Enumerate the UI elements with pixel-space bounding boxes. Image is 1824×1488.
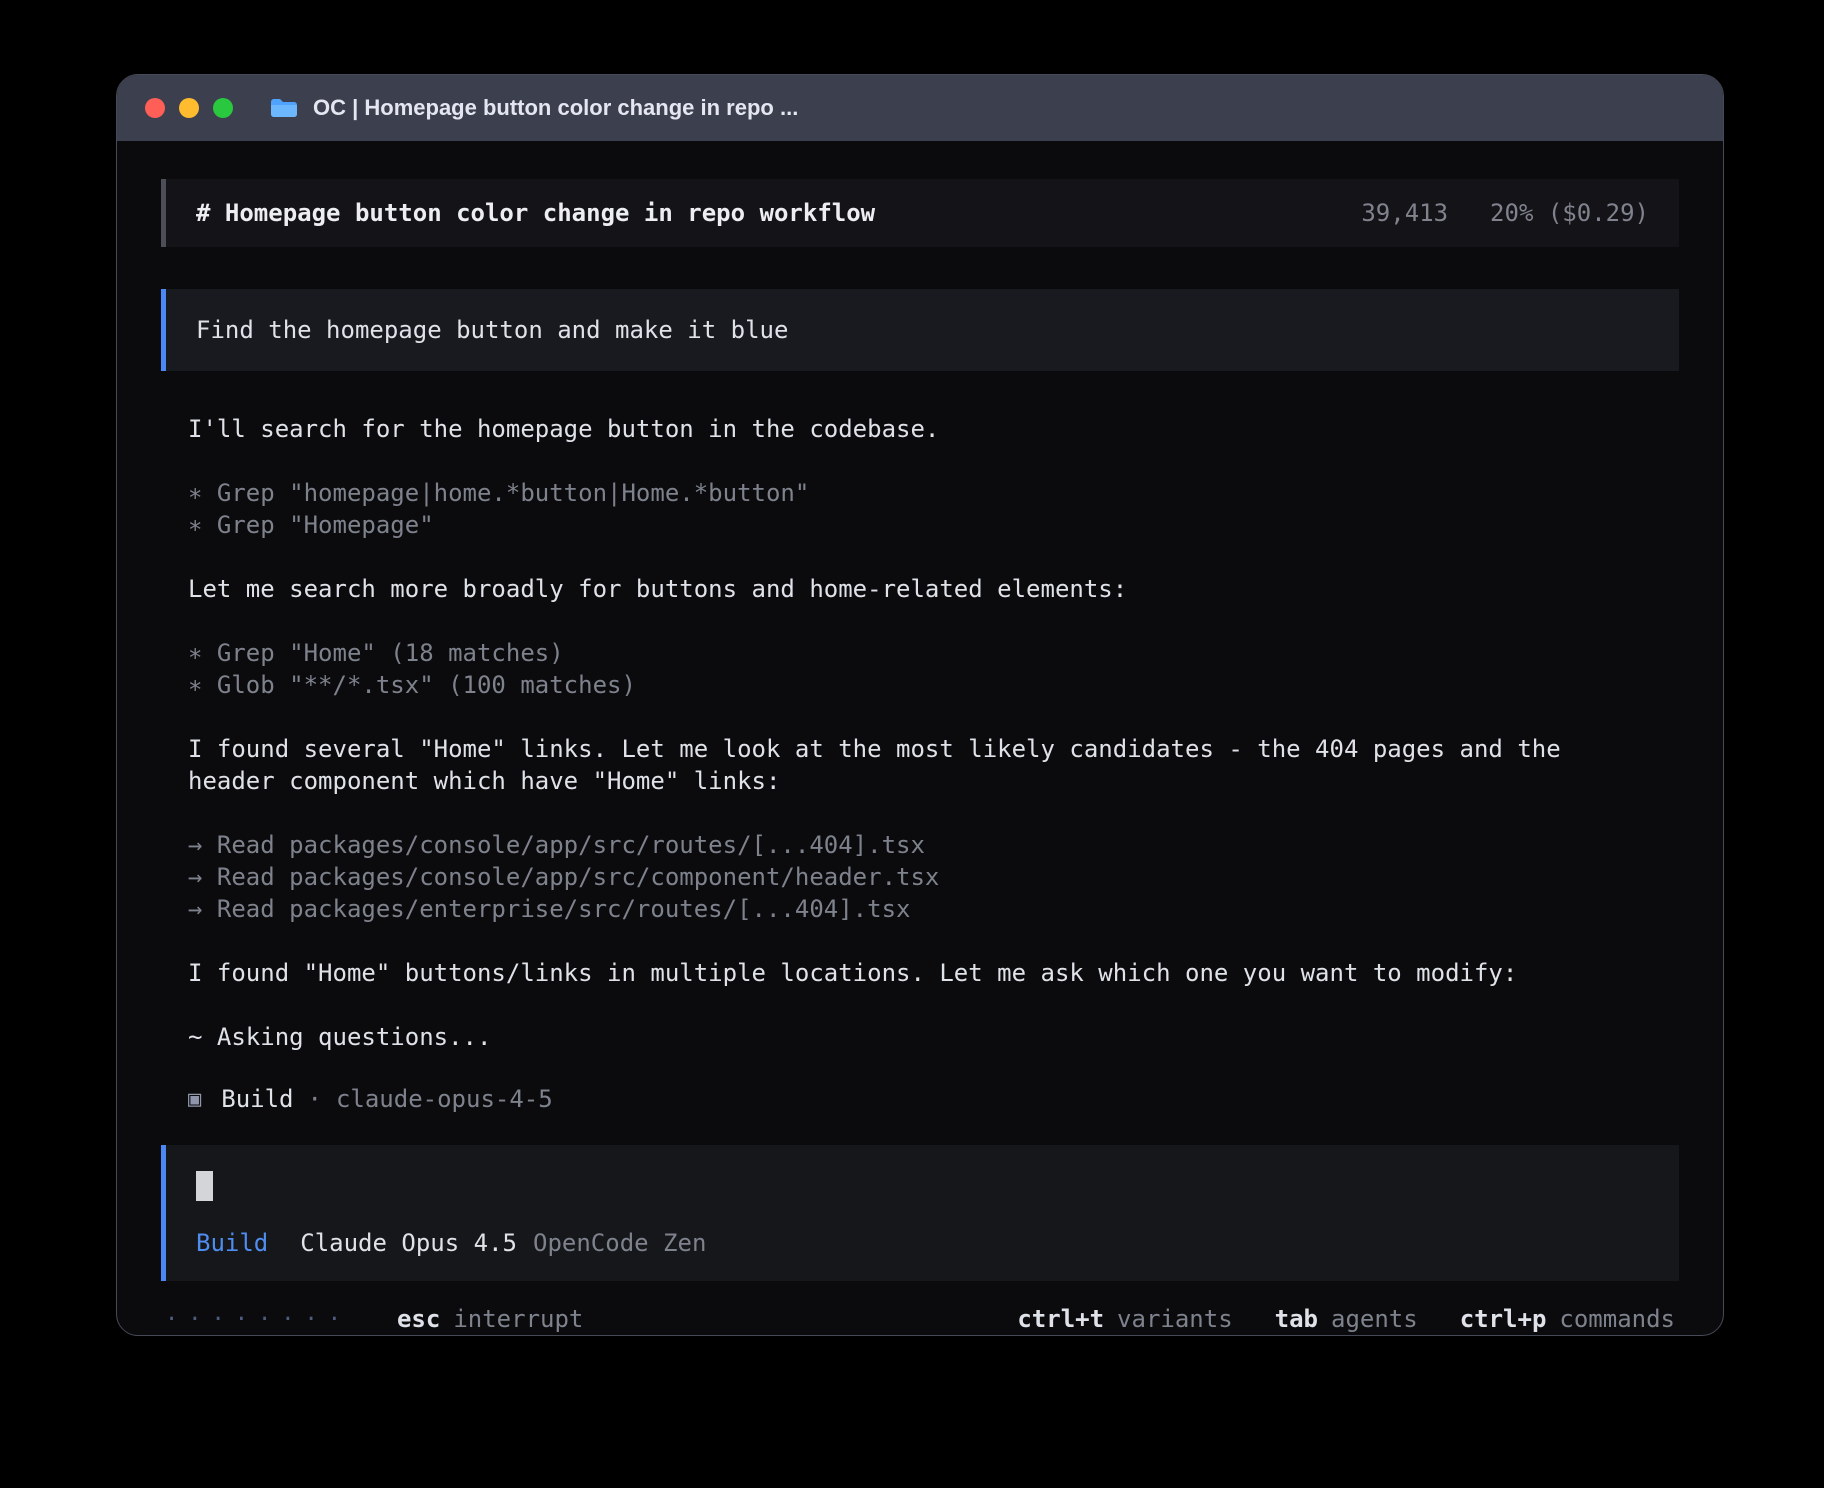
hint-variants: ctrl+t variants (1017, 1305, 1232, 1333)
spinner-dots-icon: ········ (165, 1307, 351, 1332)
token-count: 39,413 (1361, 199, 1448, 227)
agent-status: ▣ Build · claude-opus-4-5 (188, 1085, 1619, 1113)
assistant-status-text: ~ Asking questions... (188, 1021, 1619, 1053)
tool-call-grep: ∗ Grep "Homepage" (188, 509, 1619, 541)
provider-badge: OpenCode Zen (533, 1229, 706, 1257)
window-title: OC | Homepage button color change in rep… (313, 95, 798, 121)
assistant-text: I found several "Home" links. Let me loo… (188, 733, 1618, 797)
ctrl-p-key: ctrl+p (1460, 1305, 1547, 1333)
assistant-text: Let me search more broadly for buttons a… (188, 573, 1619, 605)
agent-name: Build (221, 1085, 293, 1113)
prompt-input[interactable]: Build Claude Opus 4.5 OpenCode Zen (161, 1145, 1679, 1281)
hint-agents: tab agents (1275, 1305, 1418, 1333)
terminal-window: OC | Homepage button color change in rep… (116, 74, 1724, 1336)
variants-label: variants (1117, 1305, 1233, 1333)
user-message-text: Find the homepage button and make it blu… (196, 316, 788, 344)
model-name: claude-opus-4-5 (336, 1085, 553, 1113)
separator-dot-icon: · (308, 1085, 322, 1113)
context-usage: 20% ($0.29) (1490, 199, 1649, 227)
esc-key: esc (397, 1305, 440, 1333)
titlebar[interactable]: OC | Homepage button color change in rep… (117, 75, 1723, 141)
tool-call-glob: ∗ Glob "**/*.tsx" (100 matches) (188, 669, 1619, 701)
terminal-body: # Homepage button color change in repo w… (117, 141, 1723, 1335)
status-bar: ········ esc interrupt ctrl+t variants t… (161, 1305, 1679, 1333)
session-header: # Homepage button color change in repo w… (161, 179, 1679, 247)
session-title: # Homepage button color change in repo w… (196, 199, 875, 227)
ctrl-t-key: ctrl+t (1017, 1305, 1104, 1333)
traffic-lights (145, 98, 233, 118)
transcript: I'll search for the homepage button in t… (161, 413, 1679, 1145)
session-stats: 39,413 20% ($0.29) (1361, 199, 1649, 227)
esc-label: interrupt (453, 1305, 583, 1333)
input-meta: Build Claude Opus 4.5 OpenCode Zen (196, 1229, 1649, 1257)
assistant-text: I found "Home" buttons/links in multiple… (188, 957, 1619, 989)
tool-call-grep: ∗ Grep "Home" (18 matches) (188, 637, 1619, 669)
agents-label: agents (1331, 1305, 1418, 1333)
zoom-button[interactable] (213, 98, 233, 118)
tool-call-read: → Read packages/enterprise/src/routes/[.… (188, 893, 1619, 925)
text-cursor (196, 1171, 213, 1201)
model-badge: Claude Opus 4.5 (300, 1229, 517, 1257)
commands-label: commands (1559, 1305, 1675, 1333)
user-message: Find the homepage button and make it blu… (161, 289, 1679, 371)
tool-call-read: → Read packages/console/app/src/routes/[… (188, 829, 1619, 861)
assistant-text: I'll search for the homepage button in t… (188, 413, 1619, 445)
tool-call-grep: ∗ Grep "homepage|home.*button|Home.*butt… (188, 477, 1619, 509)
hint-commands: ctrl+p commands (1460, 1305, 1675, 1333)
hint-interrupt: esc interrupt (397, 1305, 583, 1333)
close-button[interactable] (145, 98, 165, 118)
agent-badge[interactable]: Build (196, 1229, 268, 1257)
tool-call-read: → Read packages/console/app/src/componen… (188, 861, 1619, 893)
folder-icon (269, 96, 299, 120)
agent-mode-icon: ▣ (188, 1087, 201, 1112)
status-bar-left: ········ esc interrupt (165, 1305, 583, 1333)
status-bar-right: ctrl+t variants tab agents ctrl+p comman… (1017, 1305, 1675, 1333)
minimize-button[interactable] (179, 98, 199, 118)
tab-key: tab (1275, 1305, 1318, 1333)
